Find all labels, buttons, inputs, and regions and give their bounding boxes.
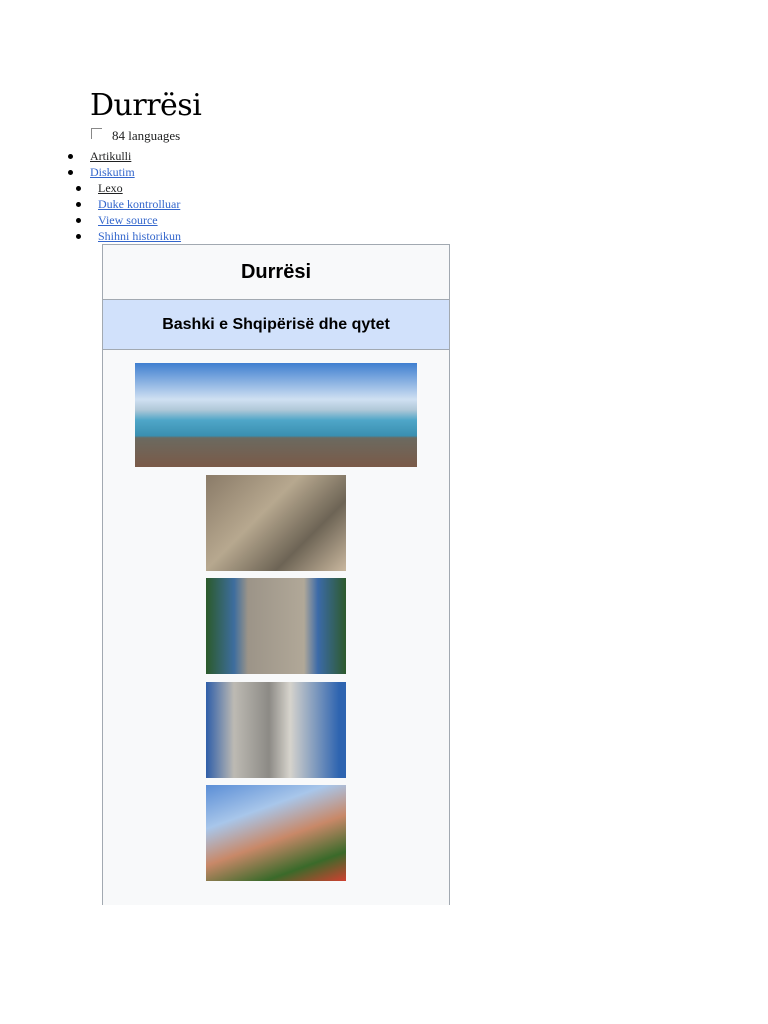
tab-article-link[interactable]: Artikulli: [90, 149, 131, 163]
infobox-subtitle: Bashki e Shqipërisë dhe qytet: [103, 300, 449, 350]
tab-talk[interactable]: Diskutim: [68, 164, 135, 180]
tab-talk-link[interactable]: Diskutim: [90, 165, 135, 179]
languages-label: 84 languages: [112, 128, 181, 143]
venetian-tower-image[interactable]: [206, 578, 346, 674]
language-checkbox[interactable]: [91, 128, 102, 139]
patrol-link[interactable]: Duke kontrolluar: [98, 197, 180, 211]
action-view-source[interactable]: View source: [75, 212, 181, 228]
infobox-title: Durrësi: [103, 245, 449, 300]
history-link[interactable]: Shihni historikun: [98, 229, 181, 243]
read-link[interactable]: Lexo: [98, 181, 123, 195]
church-image[interactable]: [206, 785, 346, 881]
tab-article[interactable]: Artikulli: [68, 148, 135, 164]
action-patrol[interactable]: Duke kontrolluar: [75, 196, 181, 212]
view-source-link[interactable]: View source: [98, 213, 158, 227]
port-panorama-image[interactable]: [135, 363, 417, 467]
view-actions: Lexo Duke kontrolluar View source Shihni…: [75, 180, 181, 244]
building-columns-image[interactable]: [206, 682, 346, 778]
page-title: Durrësi: [90, 88, 202, 123]
mosaic-image[interactable]: [206, 475, 346, 571]
namespace-tabs: Artikulli Diskutim: [68, 148, 135, 180]
action-read[interactable]: Lexo: [75, 180, 181, 196]
language-toggle[interactable]: 84 languages: [91, 128, 180, 144]
action-history[interactable]: Shihni historikun: [75, 228, 181, 244]
